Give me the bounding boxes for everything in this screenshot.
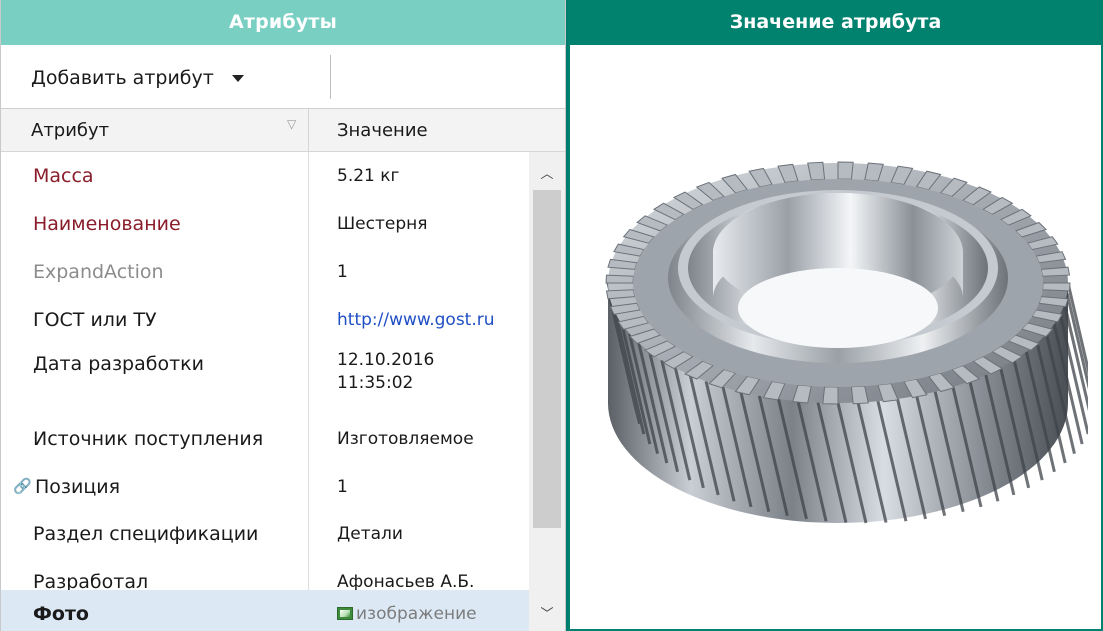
time-value: 11:35:02: [337, 373, 414, 393]
image-value-label: изображение: [356, 604, 477, 624]
link-icon: 🔗: [13, 477, 32, 495]
attribute-name: Дата разработки: [33, 353, 204, 375]
attribute-value: 1: [337, 262, 348, 282]
table-row[interactable]: 🔗 Позиция 1: [1, 462, 529, 510]
attribute-name: ГОСТ или ТУ: [33, 309, 157, 331]
attribute-value-panel: Значение атрибута: [566, 0, 1103, 631]
gear-top-tooth: [822, 386, 839, 405]
table-row[interactable]: Дата разработки 12.10.2016 11:35:02: [1, 344, 529, 414]
column-header-value[interactable]: Значение: [337, 109, 428, 152]
attribute-value-image[interactable]: изображение: [337, 603, 477, 626]
sort-filter-icon[interactable]: ▽: [287, 117, 296, 131]
dropdown-caret-icon: [231, 74, 244, 82]
table-row-selected[interactable]: Фото изображение: [1, 590, 529, 631]
attribute-name: Фото: [33, 603, 89, 625]
attribute-name: ExpandAction: [33, 261, 164, 283]
toolbar-divider: [330, 55, 331, 99]
table-row[interactable]: ExpandAction 1: [1, 248, 529, 296]
table-row[interactable]: Масса 5.21 кг: [1, 152, 529, 200]
column-header-attribute[interactable]: Атрибут: [31, 109, 109, 152]
gear-top-tooth: [850, 385, 869, 405]
attributes-table-body: Масса 5.21 кг Наименование Шестерня Expa…: [1, 152, 529, 631]
attribute-value: 1: [337, 477, 348, 497]
gear-top-tooth: [1042, 282, 1071, 292]
table-row[interactable]: ГОСТ или ТУ http://www.gost.ru: [1, 296, 529, 344]
table-row[interactable]: Раздел спецификации Детали: [1, 510, 529, 558]
attribute-name: Масса: [33, 165, 94, 187]
gear-top-tooth: [807, 161, 826, 181]
column-divider[interactable]: [308, 109, 309, 152]
image-icon: [337, 607, 353, 620]
attribute-name: Раздел спецификации: [33, 523, 259, 545]
helical-gear-image: [605, 161, 1088, 524]
add-attribute-button[interactable]: Добавить атрибут: [31, 63, 244, 93]
attributes-panel: Атрибуты Добавить атрибут Атрибут ▽ Знач…: [0, 0, 566, 631]
attributes-toolbar: Добавить атрибут: [1, 45, 565, 109]
scroll-down-icon[interactable]: ﹀: [529, 602, 565, 628]
gost-link[interactable]: http://www.gost.ru: [337, 309, 495, 332]
gear-top-tooth: [837, 161, 854, 180]
attribute-value-date: 12.10.2016 11:35:02: [337, 349, 434, 395]
table-row[interactable]: Источник поступления Изготовляемое: [1, 414, 529, 462]
attribute-name: Источник поступления: [33, 428, 264, 450]
attribute-value: Детали: [337, 524, 403, 544]
attribute-value-preview: [568, 45, 1103, 631]
add-attribute-label: Добавить атрибут: [31, 67, 214, 89]
attribute-value: Изготовляемое: [337, 429, 474, 449]
attributes-panel-title: Атрибуты: [1, 0, 565, 45]
scroll-up-icon[interactable]: ︿: [529, 162, 565, 188]
scrollbar-thumb[interactable]: [533, 190, 561, 528]
attributes-table-header: Атрибут ▽ Значение: [1, 109, 565, 152]
attributes-scrollbar[interactable]: ︿ ﹀: [529, 152, 565, 631]
attribute-value: Шестерня: [337, 214, 428, 234]
attribute-name: Позиция: [35, 476, 121, 498]
table-row[interactable]: Наименование Шестерня: [1, 200, 529, 248]
attribute-name: Наименование: [33, 213, 181, 235]
date-value: 12.10.2016: [337, 350, 435, 370]
gear-top-tooth: [605, 274, 634, 284]
attribute-value: 5.21 кг: [337, 166, 400, 186]
attribute-value-panel-title: Значение атрибута: [568, 0, 1103, 45]
